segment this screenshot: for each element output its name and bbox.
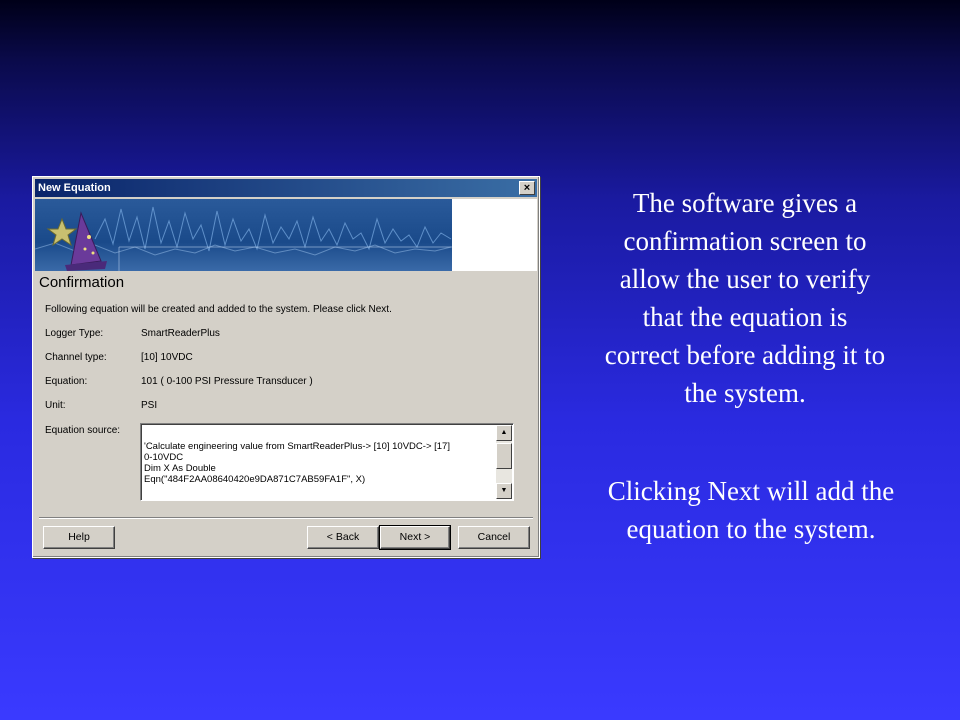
scroll-up-button[interactable]: ▲	[496, 425, 512, 441]
equation-value: 101 ( 0-100 PSI Pressure Transducer )	[141, 376, 313, 387]
logger-type-label: Logger Type:	[45, 328, 104, 339]
page-heading: Confirmation	[39, 274, 125, 291]
caption-line: confirmation screen to	[623, 226, 867, 256]
cancel-button[interactable]: Cancel	[458, 526, 530, 549]
back-button[interactable]: < Back	[307, 526, 379, 549]
wizard-hat-icon	[46, 211, 107, 271]
equation-source-label: Equation source:	[45, 425, 121, 436]
source-scrollbar[interactable]: ▲ ▼	[496, 425, 512, 499]
dialog-title: New Equation	[38, 182, 111, 194]
caption-line: Clicking Next will add the	[607, 476, 895, 506]
caption-line: correct before adding it to	[604, 340, 886, 370]
caption-line: that the equation is	[642, 302, 848, 332]
caption-paragraph-1: The software gives a confirmation screen…	[570, 184, 920, 412]
scroll-up-icon: ▲	[500, 429, 508, 436]
equation-label: Equation:	[45, 376, 88, 387]
instruction-text: Following equation will be created and a…	[45, 304, 392, 315]
logger-type-value: SmartReaderPlus	[141, 328, 220, 339]
caption-paragraph-2: Clicking Next will add the equation to t…	[570, 472, 932, 548]
source-line: 0-10VDC	[144, 452, 184, 463]
caption-line: The software gives a	[632, 188, 858, 218]
caption-line: the system.	[684, 378, 806, 408]
source-line: 'Calculate engineering value from SmartR…	[144, 441, 450, 452]
equation-source-content: 'Calculate engineering value from SmartR…	[144, 441, 450, 485]
close-icon: ×	[523, 182, 531, 194]
close-button[interactable]: ×	[519, 181, 535, 195]
scroll-down-icon: ▼	[500, 487, 508, 494]
button-separator	[39, 517, 533, 519]
equation-source-textarea[interactable]: 'Calculate engineering value from SmartR…	[140, 423, 514, 501]
banner-blank-area	[452, 199, 537, 271]
caption-line: equation to the system.	[626, 514, 876, 544]
next-button[interactable]: Next >	[379, 525, 451, 550]
source-line: Dim X As Double	[144, 463, 216, 474]
channel-type-value: [10] 10VDC	[141, 352, 193, 363]
unit-value: PSI	[141, 400, 158, 411]
scroll-thumb[interactable]	[496, 443, 512, 469]
source-line: Eqn("484F2AA08640420e9DA871C7AB59FA1F", …	[144, 474, 366, 485]
help-button[interactable]: Help	[43, 526, 115, 549]
channel-type-label: Channel type:	[45, 352, 107, 363]
unit-label: Unit:	[45, 400, 66, 411]
caption-line: allow the user to verify	[619, 264, 871, 294]
waveform-graphic	[35, 206, 452, 271]
new-equation-dialog: New Equation × Confirmation Following eq…	[32, 176, 540, 558]
scroll-down-button[interactable]: ▼	[496, 483, 512, 499]
dialog-titlebar[interactable]: New Equation ×	[35, 179, 537, 197]
wizard-banner	[35, 199, 452, 271]
